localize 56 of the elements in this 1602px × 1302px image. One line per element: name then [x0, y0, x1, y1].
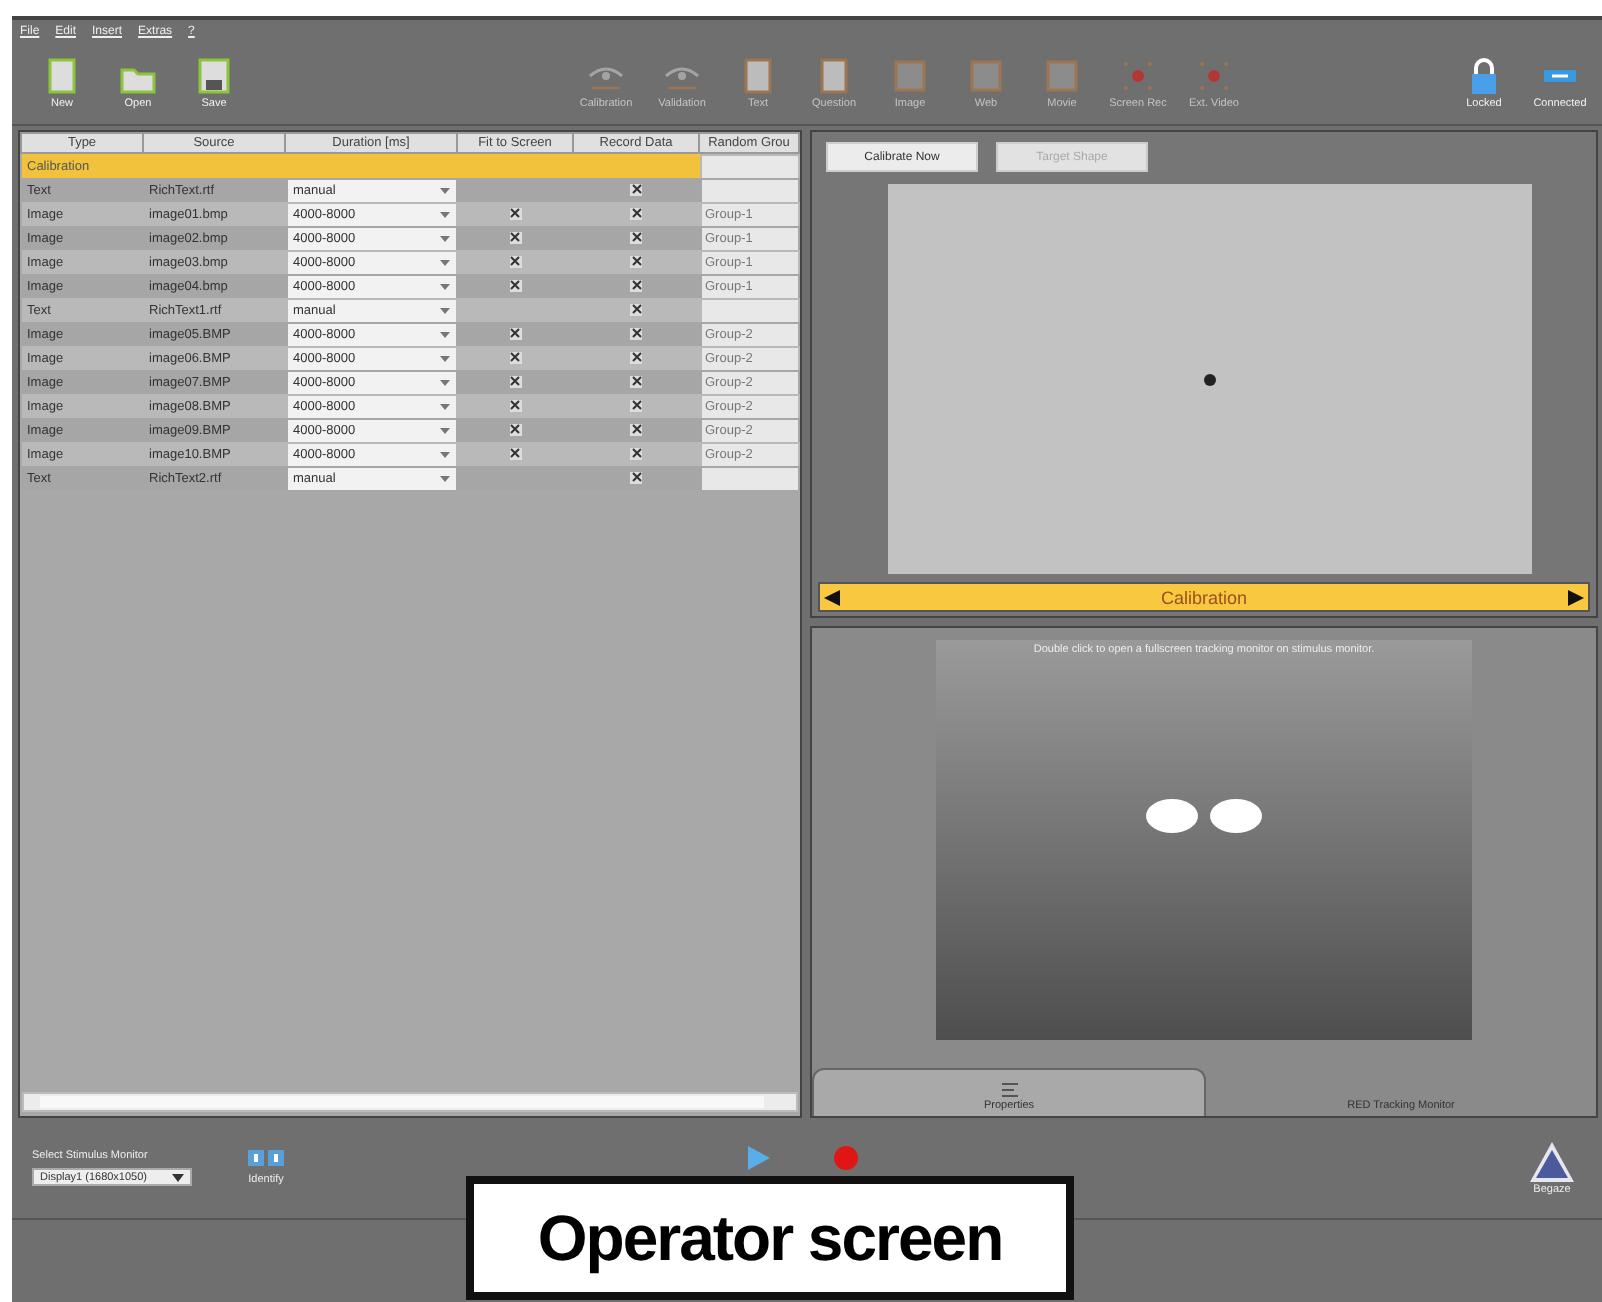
- caret-icon: [439, 307, 449, 313]
- frame-icon: [890, 58, 930, 94]
- checkbox[interactable]: [630, 255, 642, 268]
- caret-icon: [439, 211, 449, 217]
- checkbox[interactable]: [509, 327, 521, 340]
- properties-icon: [999, 1082, 1019, 1100]
- checkbox[interactable]: [630, 183, 642, 196]
- checkbox[interactable]: [630, 327, 642, 340]
- checkbox[interactable]: [630, 447, 642, 460]
- next-icon[interactable]: [1568, 589, 1584, 606]
- record-icon: [1118, 58, 1158, 94]
- checkbox[interactable]: [509, 255, 521, 268]
- caret-icon: [439, 283, 449, 289]
- caret-icon: [439, 235, 449, 241]
- checkbox[interactable]: [509, 399, 521, 412]
- checkbox[interactable]: [630, 423, 642, 436]
- caret-icon: [439, 355, 449, 361]
- caret-icon: [439, 451, 449, 457]
- record-icon: [1194, 58, 1234, 94]
- checkbox[interactable]: [630, 351, 642, 364]
- caption-label: Operator screen: [466, 1176, 1074, 1300]
- checkbox[interactable]: [509, 447, 521, 460]
- checkbox[interactable]: [630, 471, 642, 484]
- checkbox[interactable]: [630, 303, 642, 316]
- caret-icon: [439, 331, 449, 337]
- target-point-icon: [1203, 373, 1215, 386]
- checkbox[interactable]: [509, 375, 521, 388]
- eyes-icon: [1146, 798, 1262, 834]
- checkbox[interactable]: [630, 375, 642, 388]
- caret-icon: [172, 1173, 184, 1181]
- group-field[interactable]: [701, 155, 797, 177]
- monitor-pair-icon: [248, 1150, 284, 1166]
- group-field[interactable]: [701, 467, 797, 489]
- horizontal-scrollbar[interactable]: [22, 1092, 798, 1112]
- checkbox[interactable]: [509, 279, 521, 292]
- previous-icon[interactable]: [824, 589, 840, 606]
- checkbox[interactable]: [630, 207, 642, 220]
- frame-icon: [1042, 58, 1082, 94]
- caret-icon: [439, 427, 449, 433]
- caret-icon: [439, 379, 449, 385]
- caret-icon: [439, 403, 449, 409]
- pyramid-logo-icon: [1530, 1141, 1574, 1181]
- checkbox[interactable]: [509, 207, 521, 220]
- checkbox[interactable]: [509, 231, 521, 244]
- checkbox[interactable]: [509, 351, 521, 364]
- group-field[interactable]: [701, 299, 797, 321]
- caret-icon: [439, 475, 449, 481]
- checkbox[interactable]: [630, 399, 642, 412]
- frame-icon: [966, 58, 1006, 94]
- caret-icon: [439, 187, 449, 193]
- stimulus-title: Calibration: [1160, 587, 1248, 608]
- checkbox[interactable]: [630, 231, 642, 244]
- checkbox[interactable]: [509, 423, 521, 436]
- caret-icon: [439, 259, 449, 265]
- group-field[interactable]: [701, 179, 797, 201]
- checkbox[interactable]: [630, 279, 642, 292]
